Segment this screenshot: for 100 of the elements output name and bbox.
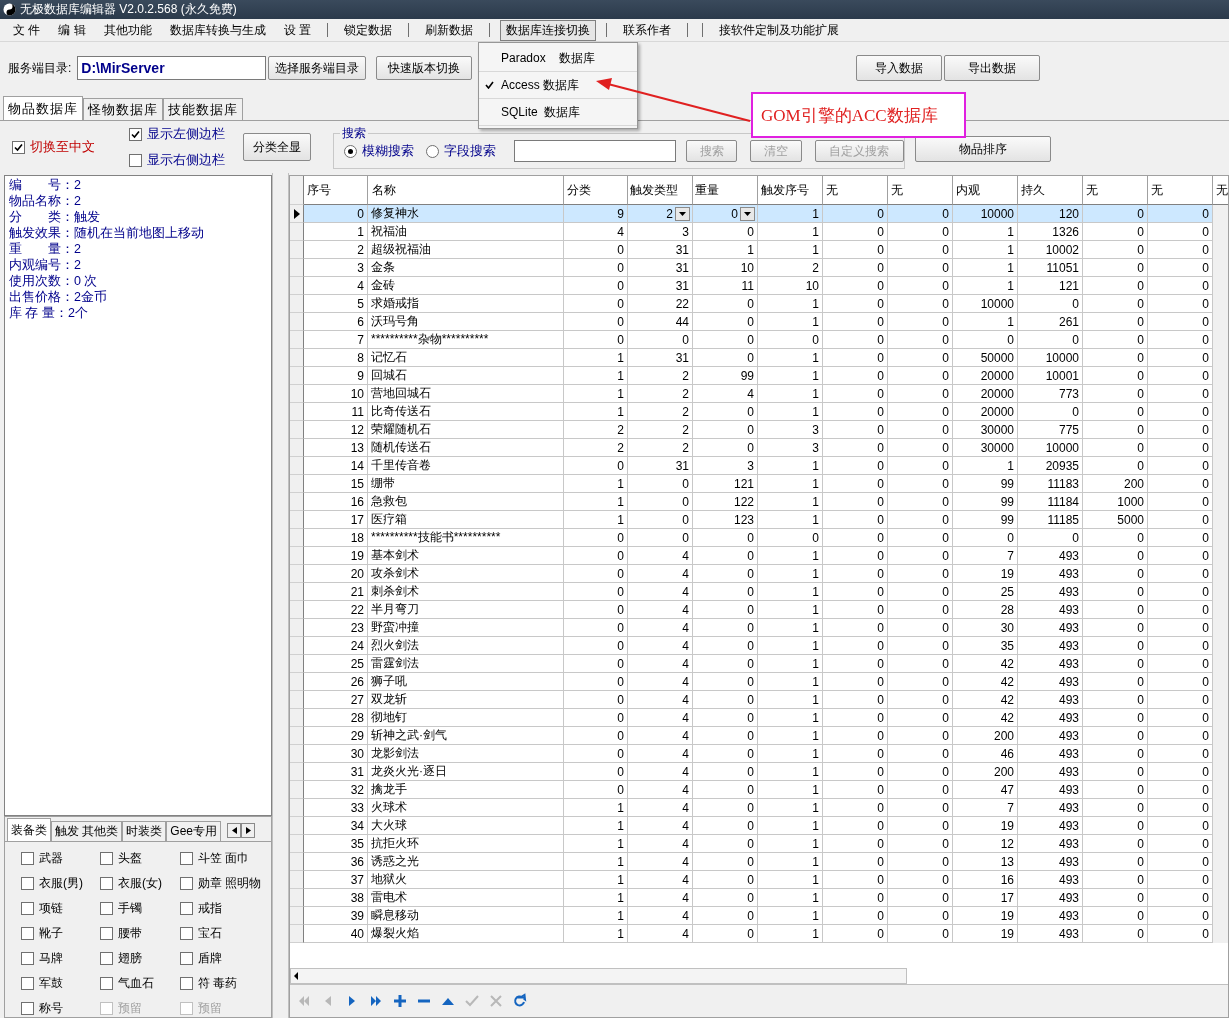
table-cell: 19 (953, 565, 1018, 583)
dropdown-button[interactable] (675, 206, 690, 221)
checkbox[interactable] (100, 877, 113, 890)
category-tab[interactable]: 触发 其他类 (51, 821, 123, 841)
table-cell: 31 (628, 457, 693, 475)
category-tab[interactable]: Gee专用 (166, 821, 222, 841)
table-cell: 0 (1083, 457, 1148, 475)
database-tab[interactable]: 技能数据库 (163, 98, 243, 120)
checkbox[interactable] (21, 927, 34, 940)
table-cell: 1 (564, 799, 628, 817)
scroll-right-button[interactable] (241, 823, 256, 838)
checkbox[interactable] (180, 877, 193, 890)
menu-item[interactable]: 数据库转换与生成 (163, 19, 272, 41)
table-cell: 22 (304, 601, 368, 619)
checkbox[interactable] (21, 952, 34, 965)
search-field[interactable] (514, 140, 676, 162)
menu-item[interactable]: 数据库连接切换 (500, 19, 597, 41)
menu-item[interactable]: 锁定数据 (338, 19, 399, 41)
column-header[interactable]: 重量 (693, 176, 758, 205)
checkbox[interactable] (100, 927, 113, 940)
menu-item[interactable]: 文 件 (7, 19, 47, 41)
table-cell: 12 (304, 421, 368, 439)
dropdown-menu-item[interactable]: SQLite 数据库 (479, 99, 637, 126)
checkbox[interactable] (180, 902, 193, 915)
radio-button[interactable] (344, 144, 357, 158)
dropdown-menu-item[interactable]: Paradox 数据库 (479, 45, 637, 72)
table-cell: 0 (1148, 583, 1213, 601)
checkbox[interactable] (180, 977, 193, 990)
column-header[interactable]: 持久 (1018, 176, 1083, 205)
table-cell: 0 (823, 493, 888, 511)
checkbox[interactable] (100, 902, 113, 915)
checkbox[interactable] (100, 952, 113, 965)
checkbox[interactable] (180, 952, 193, 965)
checkbox[interactable] (12, 140, 25, 154)
checkbox[interactable] (100, 852, 113, 865)
server-dir-field[interactable]: D:\MirServer (77, 56, 267, 80)
database-tab[interactable]: 怪物数据库 (83, 98, 163, 120)
scroll-left-button[interactable] (227, 823, 242, 838)
table-cell: 11183 (1018, 475, 1083, 493)
checkbox[interactable] (129, 127, 142, 141)
row-indicator[interactable] (290, 205, 304, 223)
horizontal-scrollbar[interactable] (290, 968, 907, 984)
menu-item[interactable]: 接软件定制及功能扩展 (713, 19, 846, 41)
category-tab[interactable]: 时装类 (122, 821, 167, 841)
category-tab[interactable]: 装备类 (7, 818, 51, 841)
checkbox[interactable] (21, 977, 34, 990)
table-cell: 1 (564, 871, 628, 889)
column-header[interactable]: 无 (1213, 176, 1228, 205)
table-cell: 0 (693, 781, 758, 799)
category-label: 勋章 照明物 (198, 875, 262, 892)
column-header[interactable]: 无 (823, 176, 888, 205)
sort-button[interactable]: 物品排序 (915, 136, 1051, 162)
table-cell: 31 (628, 241, 693, 259)
checkbox[interactable] (21, 852, 34, 865)
column-header[interactable]: 名称 (368, 176, 564, 205)
menu-item[interactable]: 其他功能 (97, 19, 158, 41)
checkbox[interactable] (129, 153, 142, 167)
table-cell: 0 (823, 565, 888, 583)
table-cell: 4 (628, 835, 693, 853)
checkbox[interactable] (100, 977, 113, 990)
table-cell: 26 (304, 673, 368, 691)
column-header[interactable]: 无 (1083, 176, 1148, 205)
table-cell: 0 (888, 871, 953, 889)
import-button[interactable]: 导入数据 (856, 55, 943, 81)
export-button[interactable]: 导出数据 (944, 55, 1041, 81)
category-label: 项链 (39, 900, 63, 917)
menu-item[interactable]: 编 辑 (52, 19, 92, 41)
choose-dir-button[interactable]: 选择服务端目录 (268, 56, 367, 80)
menu-item[interactable]: 刷新数据 (419, 19, 480, 41)
table-cell: 99 (693, 367, 758, 385)
column-header[interactable]: 无 (1148, 176, 1213, 205)
checkbox[interactable] (21, 902, 34, 915)
table-cell: 0 (1083, 637, 1148, 655)
table-cell: 0 (1148, 511, 1213, 529)
checkbox[interactable] (21, 877, 34, 890)
table-cell: 0 (888, 385, 953, 403)
radio-button[interactable] (426, 144, 439, 158)
menu-item[interactable]: 联系作者 (617, 19, 678, 41)
database-tab[interactable]: 物品数据库 (3, 96, 83, 120)
table-cell: 0 (564, 565, 628, 583)
table-cell: 1 (953, 313, 1018, 331)
menu-item[interactable]: 设 置 (277, 19, 318, 41)
table-cell: 0 (1018, 295, 1083, 313)
dropdown-button[interactable] (740, 206, 755, 221)
column-header[interactable]: 触发序号 (758, 176, 823, 205)
table-cell: 0 (888, 619, 953, 637)
column-header[interactable]: 无 (888, 176, 953, 205)
combo-cell[interactable]: 0 (693, 205, 758, 223)
version-switch-button[interactable]: 快速版本切换 (376, 56, 473, 80)
column-header[interactable]: 触发类型 (628, 176, 693, 205)
combo-cell[interactable]: 2 (628, 205, 693, 223)
checkbox[interactable] (21, 1002, 34, 1015)
table-cell: 0 (1148, 871, 1213, 889)
show-all-button[interactable]: 分类全显 (243, 133, 311, 161)
table-cell: 10000 (1018, 439, 1083, 457)
column-header[interactable]: 内观 (953, 176, 1018, 205)
column-header[interactable]: 分类 (564, 176, 628, 205)
checkbox[interactable] (180, 927, 193, 940)
column-header[interactable]: 序号 (304, 176, 368, 205)
checkbox[interactable] (180, 852, 193, 865)
